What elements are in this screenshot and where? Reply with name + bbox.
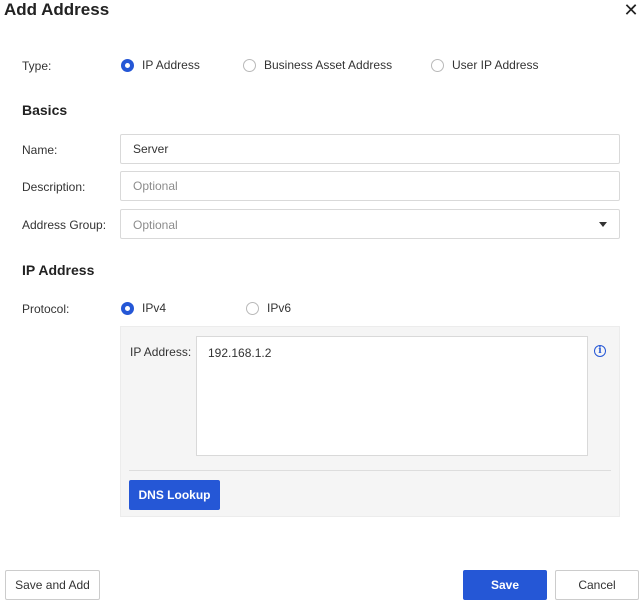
radio-selected-icon: [121, 58, 134, 72]
radio-unselected-icon: [243, 58, 256, 72]
info-icon[interactable]: i: [594, 345, 606, 357]
protocol-option-ipv4[interactable]: IPv4: [121, 301, 166, 315]
save-and-add-button[interactable]: Save and Add: [5, 570, 100, 600]
description-input[interactable]: [120, 171, 620, 201]
close-icon[interactable]: ✕: [620, 0, 642, 21]
save-button[interactable]: Save: [463, 570, 547, 600]
basics-heading: Basics: [22, 102, 68, 118]
type-option-business-asset-address[interactable]: Business Asset Address: [243, 58, 392, 72]
protocol-option-label: IPv6: [267, 301, 292, 315]
divider: [129, 470, 611, 471]
ip-address-textarea[interactable]: 192.168.1.2: [196, 336, 588, 456]
radio-selected-icon: [121, 301, 134, 315]
chevron-down-icon: [599, 222, 607, 227]
address-group-label: Address Group:: [22, 218, 107, 232]
address-group-placeholder: Optional: [133, 218, 178, 232]
type-option-ip-address[interactable]: IP Address: [121, 58, 200, 72]
name-label: Name:: [22, 143, 58, 157]
cancel-button[interactable]: Cancel: [555, 570, 639, 600]
protocol-option-label: IPv4: [142, 301, 167, 315]
type-option-user-ip-address[interactable]: User IP Address: [431, 58, 538, 72]
ip-address-label: IP Address:: [130, 345, 192, 359]
dns-lookup-button[interactable]: DNS Lookup: [129, 480, 220, 510]
description-label: Description:: [22, 180, 86, 194]
name-input[interactable]: [120, 134, 620, 164]
type-label: Type:: [22, 59, 52, 73]
type-option-label: IP Address: [142, 58, 200, 72]
type-option-label: User IP Address: [452, 58, 539, 72]
type-option-label: Business Asset Address: [264, 58, 393, 72]
ip-address-panel: IP Address: 192.168.1.2 i DNS Lookup: [120, 326, 620, 517]
radio-unselected-icon: [246, 301, 259, 315]
radio-unselected-icon: [431, 58, 444, 72]
ip-address-heading: IP Address: [22, 262, 95, 278]
protocol-option-ipv6[interactable]: IPv6: [246, 301, 291, 315]
dialog-title: Add Address: [4, 0, 110, 19]
address-group-select[interactable]: Optional: [120, 209, 620, 239]
protocol-label: Protocol:: [22, 302, 70, 316]
